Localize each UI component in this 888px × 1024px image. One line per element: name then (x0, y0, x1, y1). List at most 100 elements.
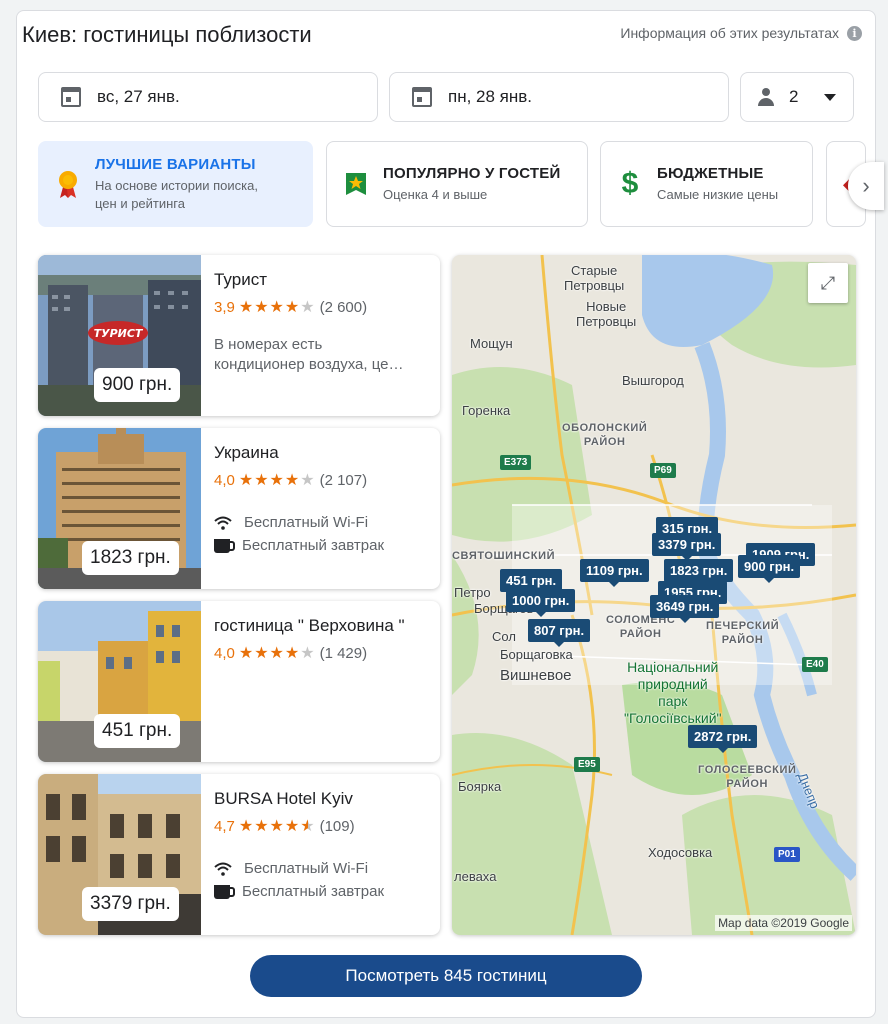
info-icon: i (847, 25, 862, 41)
page-title: Киев: гостиницы поблизости (22, 22, 312, 47)
description-line: кондиционер воздуха, це… (214, 356, 404, 373)
coffee-cup-icon (214, 884, 235, 899)
star-badge-icon (343, 171, 369, 197)
amenity-wifi: Бесплатный Wi-Fi (214, 514, 428, 531)
map-label-vyshnevoe: Вишневое (500, 667, 572, 684)
map-label-khodos: Ходосовка (648, 845, 713, 860)
checkin-date-label: вс, 27 янв. (97, 87, 180, 106)
hotel-name: гостиница " Верховина " (214, 616, 405, 635)
map-label-line: РАЙОН (726, 778, 769, 790)
hotel-card[interactable]: ТУРИСТ 900 грн. Турист 3,9 ★★★★★ (2 600)… (38, 255, 440, 416)
hotel-description: В номерах есть кондиционер воздуха, це… (214, 335, 428, 375)
map-price-pin[interactable]: 2872 грн. (688, 725, 758, 753)
map-label-line: Новые (586, 299, 627, 314)
map-label-levakha: левахa (454, 869, 497, 884)
about-results-label: Информация об этих результатах (620, 25, 839, 41)
map-label-petro: Петро (454, 585, 491, 600)
map-label-line: Петровцы (576, 314, 637, 329)
filter-title: ПОПУЛЯРНО У ГОСТЕЙ (383, 164, 561, 182)
star-rating-icon: ★★★★★ (238, 645, 316, 662)
map-label-line: ОБОЛОНСКИЙ (562, 422, 648, 434)
map-label-line: Національний (627, 659, 719, 675)
map-label-line: РАЙОН (583, 436, 626, 448)
map-label-line: парк (658, 693, 688, 709)
star-rating-icon: ★★★★★ (238, 818, 316, 835)
map-attribution: Map data ©2019 Google (715, 915, 852, 931)
amenity-wifi: Бесплатный Wi-Fi (214, 860, 428, 877)
review-count: (2 107) (319, 471, 368, 489)
rating-value: 4,0 (214, 471, 235, 489)
amenity-label: Бесплатный завтрак (242, 883, 385, 900)
map-label-svyatosh: СВЯТОШИНСКИЙ (452, 550, 556, 562)
expand-map-icon[interactable]: ⤢ (808, 263, 848, 303)
map-label-boyarka: Боярка (458, 779, 502, 794)
rating-value: 4,0 (214, 644, 235, 662)
map-label-line: ПЕЧЕРСКИЙ (706, 620, 780, 632)
filter-subtitle-line: На основе истории поиска, (95, 177, 258, 193)
price-tag: 451 грн. (94, 714, 181, 748)
amenity-breakfast: Бесплатный завтрак (214, 883, 428, 900)
star-rating-icon: ★★★★★ (238, 472, 316, 489)
map-price-pin[interactable]: 3379 грн. (652, 533, 722, 561)
checkout-date-label: пн, 28 янв. (448, 87, 533, 106)
checkin-date-button[interactable]: вс, 27 янв. (38, 72, 378, 122)
about-results-link[interactable]: Информация об этих результатах i (620, 25, 862, 41)
dollar-icon: $ (621, 167, 639, 200)
map-label-line: ГОЛОСЕЕВСКИЙ (698, 764, 797, 776)
map-label-line: природний (637, 676, 708, 692)
guests-dropdown[interactable]: 2 (740, 72, 854, 122)
amenity-label: Бесплатный Wi-Fi (244, 860, 369, 877)
amenity-label: Бесплатный завтрак (242, 537, 385, 554)
wifi-icon (214, 516, 232, 530)
map-price-pin[interactable]: 1109 грн. (580, 559, 649, 587)
star-rating-icon: ★★★★★ (238, 299, 316, 316)
map-label-park: Національний природний парк "Голосіївський" (624, 659, 722, 727)
map-label-line: Петровцы (564, 278, 625, 293)
review-count: (109) (319, 817, 355, 835)
checkout-date-button[interactable]: пн, 28 янв. (389, 72, 729, 122)
medal-icon (55, 169, 81, 199)
map-label-line: Старые (571, 263, 618, 278)
view-all-hotels-button[interactable]: Посмотреть 845 гостиниц (250, 955, 642, 997)
map-label-gorenka: Горенка (462, 403, 511, 418)
hotels-map[interactable]: Старые Петровцы Новые Петровцы Мощун Вышго… (452, 255, 856, 935)
road-shield-e40: E40 (802, 657, 828, 672)
rating-value: 4,7 (214, 817, 235, 835)
map-label-line: РАЙОН (619, 628, 662, 640)
hotel-name: BURSA Hotel Kyiv (214, 789, 353, 808)
svg-text:ТУРИСТ: ТУРИСТ (94, 327, 144, 340)
map-price-pin[interactable]: 3649 грн. (650, 595, 720, 623)
map-price-pin[interactable]: 807 грн. (528, 619, 591, 647)
road-shield-p69: P69 (650, 463, 676, 478)
map-label-starye: Старые Петровцы (564, 263, 624, 293)
map-price-pin[interactable]: 900 грн. (738, 555, 801, 583)
coffee-cup-icon (214, 538, 235, 553)
map-price-pin[interactable]: 1000 грн. (506, 589, 576, 617)
hotel-card[interactable]: 3379 грн. BURSA Hotel Kyiv 4,7 ★★★★★ (10… (38, 774, 440, 935)
road-shield-e373: E373 (500, 455, 532, 470)
chevron-down-icon (824, 93, 837, 101)
filter-title: ЛУЧШИЕ ВАРИАНТЫ (95, 155, 256, 173)
map-label-obolon: ОБОЛОНСКИЙ РАЙОН (562, 421, 647, 449)
filter-subtitle: Самые низкие цены (657, 186, 779, 202)
map-label-line: РАЙОН (721, 634, 764, 646)
hotel-rating: 3,9 ★★★★★ (2 600) (214, 297, 428, 317)
map-label-vyshgorod: Вышгород (622, 373, 684, 388)
hotel-card[interactable]: 1823 грн. Украина 4,0 ★★★★★ (2 107) Бесп… (38, 428, 440, 589)
amenity-breakfast: Бесплатный завтрак (214, 537, 428, 554)
filter-popular[interactable]: ПОПУЛЯРНО У ГОСТЕЙ Оценка 4 и выше (326, 141, 588, 227)
hotel-card[interactable]: 451 грн. гостиница " Верховина " 4,0 ★★★… (38, 601, 440, 762)
review-count: (1 429) (319, 644, 368, 662)
review-count: (2 600) (319, 298, 368, 316)
hotel-name: Турист (214, 270, 267, 289)
filter-subtitle: Оценка 4 и выше (383, 186, 488, 202)
map-label-sol: Сол (492, 629, 516, 644)
price-tag: 1823 грн. (82, 541, 179, 575)
map-price-pin[interactable]: 1823 грн. (664, 559, 734, 587)
calendar-icon (412, 87, 432, 107)
filter-best-options[interactable]: ЛУЧШИЕ ВАРИАНТЫ На основе истории поиска… (38, 141, 313, 227)
filter-title: БЮДЖЕТНЫЕ (657, 164, 764, 182)
hotel-name: Украина (214, 443, 279, 462)
price-tag: 3379 грн. (82, 887, 179, 921)
filter-budget[interactable]: $ БЮДЖЕТНЫЕ Самые низкие цены (600, 141, 813, 227)
